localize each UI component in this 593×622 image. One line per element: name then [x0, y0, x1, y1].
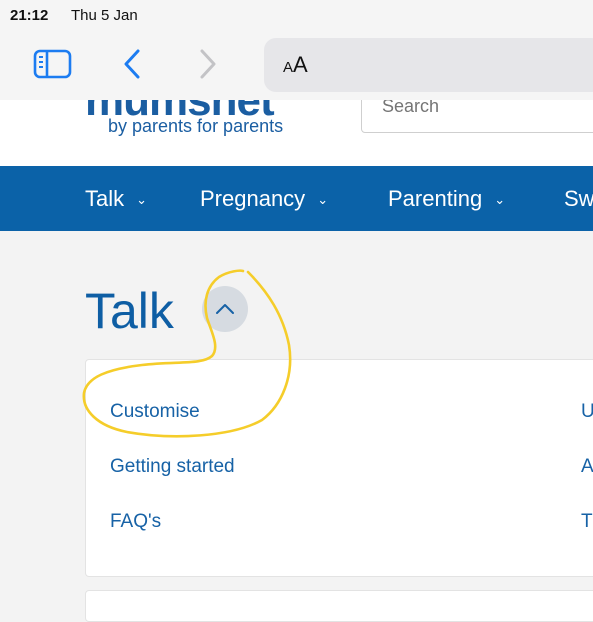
page-title: Talk	[85, 283, 174, 339]
chevron-down-icon: ⌄	[317, 192, 329, 207]
link-customise[interactable]: Customise	[110, 401, 200, 423]
talk-links-card: Customise Getting started FAQ's U A T	[85, 359, 593, 577]
collapse-button[interactable]	[202, 286, 248, 332]
next-card	[85, 590, 593, 622]
nav-parenting-label: Parenting	[388, 186, 483, 211]
chevron-down-icon: ⌄	[136, 192, 148, 207]
sidebar-icon[interactable]	[33, 48, 73, 80]
nav-item-talk[interactable]: Talk ⌄	[85, 166, 147, 231]
chevron-up-icon	[216, 304, 234, 314]
link-right-1[interactable]: U	[581, 401, 593, 423]
link-right-2[interactable]: A	[581, 456, 593, 478]
status-bar: 21:12 Thu 5 Jan	[0, 0, 593, 30]
nav-talk-label: Talk	[85, 186, 125, 211]
nav-pregnancy-label: Pregnancy	[200, 186, 306, 211]
link-right-3[interactable]: T	[581, 511, 593, 533]
link-getting-started[interactable]: Getting started	[110, 456, 235, 478]
reader-small-a: A	[283, 59, 294, 76]
nav-sw-label: Sw	[564, 186, 593, 211]
status-date: Thu 5 Jan	[71, 7, 138, 24]
talk-section: Talk Customise Getting started FAQ's U A…	[0, 231, 593, 622]
chevron-left-icon[interactable]	[121, 48, 145, 80]
address-bar[interactable]: AA	[264, 38, 593, 92]
nav-item-pregnancy[interactable]: Pregnancy ⌄	[200, 166, 328, 231]
search-input[interactable]	[380, 100, 593, 119]
reader-large-a: A	[293, 52, 308, 77]
chevron-down-icon: ⌄	[494, 192, 506, 207]
main-nav: Talk ⌄ Pregnancy ⌄ Parenting ⌄ Sw	[0, 166, 593, 231]
reader-view-button[interactable]: AA	[283, 52, 308, 78]
site-header: mumsnet by parents for parents	[0, 100, 593, 166]
browser-toolbar: AA	[0, 30, 593, 100]
site-tagline: by parents for parents	[108, 116, 284, 136]
status-time: 21:12	[10, 7, 49, 24]
link-faqs[interactable]: FAQ's	[110, 511, 161, 533]
nav-item-parenting[interactable]: Parenting ⌄	[388, 166, 505, 231]
search-box[interactable]	[361, 100, 593, 133]
chevron-right-icon[interactable]	[196, 48, 220, 80]
nav-item-sw[interactable]: Sw	[564, 166, 593, 231]
